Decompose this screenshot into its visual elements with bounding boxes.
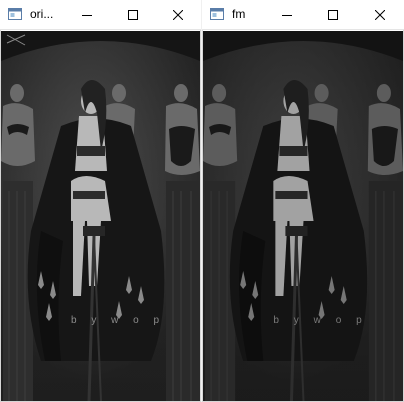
minimize-button[interactable]: [64, 0, 110, 30]
titlebar[interactable]: ori...: [0, 0, 201, 30]
window-original[interactable]: ori... b y w o p: [0, 0, 201, 402]
close-icon: [375, 10, 385, 20]
close-icon: [173, 10, 183, 20]
maximize-icon: [127, 10, 138, 20]
photo-original: b y w o p: [1, 31, 200, 401]
desktop: ori... b y w o p fm b y w o p: [0, 0, 404, 402]
maximize-button[interactable]: [310, 0, 356, 30]
minimize-icon: [82, 15, 92, 16]
minimize-icon: [282, 15, 292, 16]
watermark-text: b y w o p: [71, 315, 165, 326]
watermark-text: b y w o p: [273, 315, 367, 326]
minimize-button[interactable]: [264, 0, 310, 30]
window-fm[interactable]: fm b y w o p: [202, 0, 404, 402]
maximize-button[interactable]: [110, 0, 155, 30]
maximize-icon: [328, 10, 338, 20]
app-window-icon: [210, 8, 224, 20]
image-canvas: b y w o p: [1, 31, 200, 401]
image-canvas: b y w o p: [203, 31, 403, 401]
titlebar[interactable]: fm: [202, 0, 404, 30]
window-title: fm: [232, 7, 246, 21]
window-title: ori...: [30, 7, 54, 21]
app-window-icon: [8, 8, 22, 20]
close-button[interactable]: [356, 0, 404, 30]
close-button[interactable]: [155, 0, 201, 30]
photo-fm: b y w o p: [203, 31, 403, 401]
